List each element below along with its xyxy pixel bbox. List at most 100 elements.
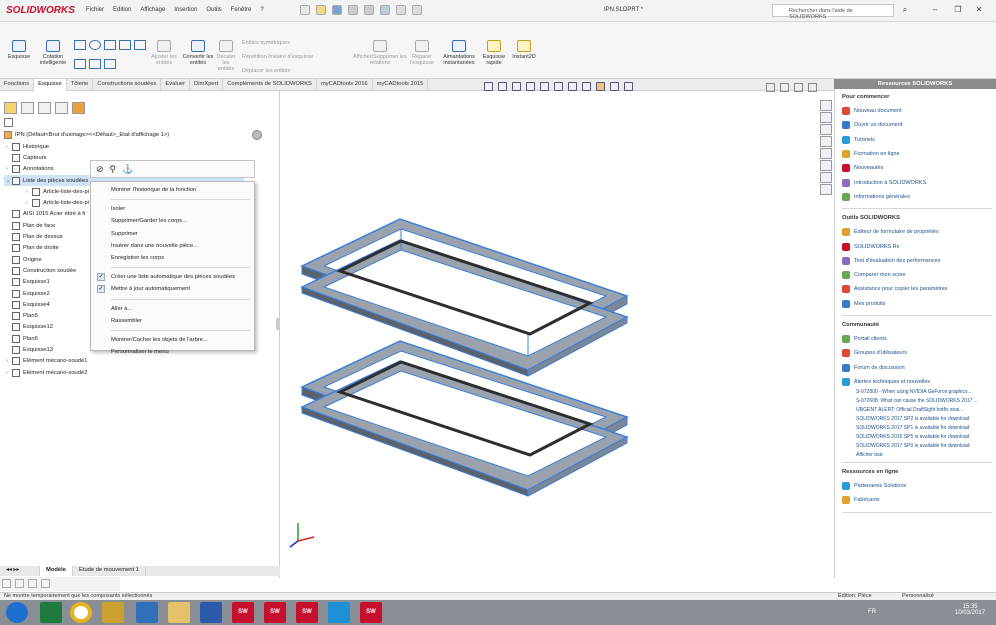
tab-nav-arrows[interactable]: ◂◂ ▸▸ [0,566,40,576]
menu-2[interactable]: Affichage [140,7,165,13]
help-search-input[interactable]: Rechercher dans l'aide de SOLIDWORKS [772,4,894,20]
mirror-entities-button[interactable]: Entités symétriques [242,40,290,46]
solidworks-taskbar-icon[interactable]: SW [360,602,382,623]
context-menu-item[interactable]: ✓ Créer une liste automatique des pièces … [91,271,254,283]
task-pane-section-title[interactable]: Communauté [842,322,992,328]
rapid-sketch-button[interactable]: Esquisse rapide [480,40,508,66]
trim-entities-button[interactable]: Ajuster les entités [148,40,180,66]
upper-weldment-frame[interactable] [300,218,629,377]
news-item[interactable]: SOLIDWORKS 2017 SP2 is available for dow… [842,416,992,422]
context-menu-item[interactable]: ✓ Mettre à jour automatiquement [91,283,254,295]
context-menu-item[interactable]: Montrer l'historique de la fonction [91,184,254,196]
tab-model[interactable]: Modèle [40,566,73,576]
edit-appearance-icon[interactable] [596,82,605,91]
close-button[interactable]: ✕ [974,5,984,15]
select-icon[interactable] [380,5,390,15]
line-icon[interactable] [74,40,86,50]
solidworks-logo[interactable]: SOLIDWORKS [6,5,75,16]
tab-7[interactable]: myCADtools 2016 [317,79,373,91]
task-pane-link[interactable]: Introduction à SOLIDWORKS [842,175,992,189]
configuration-manager-tab-icon[interactable] [38,102,51,114]
news-item[interactable]: S-072800 - When using NVIDIA GeForce gra… [842,389,992,395]
tab-8[interactable]: myCADtools 2015 [373,79,429,91]
context-menu-item[interactable]: Montrer/Cacher les objets de l'arbre... [91,334,254,346]
hide-icon[interactable]: ⊘ [96,164,104,174]
viewport-minimize-icon[interactable] [766,83,775,92]
home-tab-icon[interactable] [820,100,832,111]
convert-entities-button[interactable]: Convertir les entités [182,40,214,66]
tab-5[interactable]: DimXpert [190,79,224,91]
undo-icon[interactable] [364,5,374,15]
chrome-taskbar-icon[interactable] [70,602,92,623]
quick-snaps-button[interactable]: Aimantations instantanées [440,40,478,66]
previous-view-icon[interactable] [512,82,521,91]
clock[interactable]: 15:35 10/03/2017 [955,604,985,616]
feature-tree-tab-icon[interactable] [4,102,17,114]
menu-6[interactable]: ? [260,7,263,13]
status-config[interactable]: Personnalisé [902,593,934,599]
news-item[interactable]: SOLIDWORKS 2016 SP5 is available for dow… [842,434,992,440]
word-taskbar-icon[interactable] [200,602,222,623]
menu-4[interactable]: Outils [206,7,221,13]
tab-0[interactable]: Fonctions [0,79,35,91]
task-pane-link[interactable]: Comparer mon score [842,268,992,282]
tab-1[interactable]: Esquisse [34,79,67,91]
zoom-to-selection-icon[interactable]: ⚲ [110,164,117,174]
property-manager-tab-icon[interactable] [21,102,34,114]
hide-show-items-icon[interactable] [582,82,591,91]
task-pane-link[interactable]: Portail clients [842,332,992,346]
display-manager-tab-icon[interactable] [72,102,85,114]
context-menu-item[interactable]: Isoler [91,203,254,215]
polygon-icon[interactable] [74,58,86,69]
tab-motion-study[interactable]: Etude de mouvement 1 [73,566,146,576]
view-palette-tab-icon[interactable] [820,148,832,159]
toolbar-icon[interactable] [15,579,24,588]
tab-4[interactable]: Evaluer [161,79,191,91]
instant2d-button[interactable]: Instant2D [508,40,540,60]
toolbar-icon[interactable] [28,579,37,588]
section-view-icon[interactable] [526,82,535,91]
show-all-link[interactable]: Afficher tout [842,452,992,458]
task-pane-link[interactable]: Test d'évaluation des performances [842,254,992,268]
solidworks-2016-taskbar-icon[interactable]: SW [264,602,286,623]
tree-item[interactable]: › Historique [4,141,244,152]
solidworks-2017-taskbar-icon[interactable]: SW [296,602,318,623]
search-icon[interactable]: ⌕ [900,5,910,15]
task-pane-link[interactable]: Fabricants [842,493,992,507]
news-item[interactable]: SOLIDWORKS 2017 SP1 is available for dow… [842,425,992,431]
task-pane-section-title[interactable]: Outils SOLIDWORKS [842,215,992,221]
toolbar-icon[interactable] [41,579,50,588]
tab-3[interactable]: Constructions soudées [93,79,162,91]
tree-root[interactable]: IPN (Défaut<Brut d'usinage><<Défaut>_Eta… [4,131,169,139]
explorer-taskbar-icon[interactable] [168,602,190,623]
app-taskbar-icon[interactable] [102,602,124,623]
solidworks-forum-tab-icon[interactable] [820,184,832,195]
outlook-taskbar-icon[interactable] [136,602,158,623]
context-menu-item[interactable]: Rassembler [91,315,254,327]
viewport-close-icon[interactable] [808,83,817,92]
excel-taskbar-icon[interactable] [40,602,62,623]
slot-icon[interactable] [134,40,146,50]
linear-pattern-button[interactable]: Répétition linéaire d'esquisse [242,54,313,60]
restore-button[interactable]: ❐ [953,5,963,15]
view-settings-icon[interactable] [624,82,633,91]
task-pane-link[interactable]: Ouvrir un document [842,118,992,132]
design-library-tab-icon[interactable] [820,124,832,135]
dynamic-annotation-icon[interactable] [540,82,549,91]
rebuild-icon[interactable] [396,5,406,15]
sketch-button[interactable]: Esquisse [4,40,34,60]
zoom-to-area-icon[interactable] [498,82,507,91]
print-icon[interactable] [348,5,358,15]
save-icon[interactable] [332,5,342,15]
repair-sketch-button[interactable]: Réparer l'esquisse [408,40,436,66]
context-menu-item[interactable]: Personnaliser le menu [91,346,254,358]
task-pane-link[interactable]: Editeur de formulaire de propriétés [842,225,992,239]
apply-scene-icon[interactable] [610,82,619,91]
viewport-maximize-icon[interactable] [794,83,803,92]
context-menu-item[interactable]: Insérer dans une nouvelle pièce... [91,240,254,252]
solidworks-2015-taskbar-icon[interactable]: SW [232,602,254,623]
news-item[interactable]: S-072608: What can cause the SOLIDWORKS … [842,398,992,404]
tree-item[interactable]: › Elément mécano-soudé2 [4,367,244,378]
file-explorer-tab-icon[interactable] [820,136,832,147]
smart-dimension-button[interactable]: Cotation intelligente [36,40,70,66]
